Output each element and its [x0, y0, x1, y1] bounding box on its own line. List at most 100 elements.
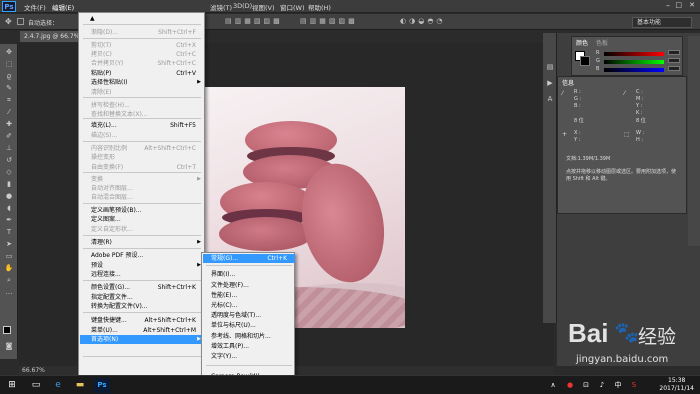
edit-menu-item[interactable]: 粘贴(P) Ctrl+V	[80, 69, 204, 78]
edit-menu-item[interactable]: 预设 ▶	[80, 261, 204, 270]
zoom-level[interactable]: 66.67%	[22, 367, 45, 374]
preferences-menu-item[interactable]: 性能(E)...	[203, 291, 295, 300]
menu-file[interactable]: 文件(F)	[24, 2, 46, 12]
b-slider[interactable]	[604, 68, 664, 72]
info-panel-title[interactable]: 信息	[562, 78, 574, 87]
sogou-icon[interactable]: S	[626, 378, 642, 393]
maximize-icon[interactable]: □	[675, 1, 682, 9]
eyedropper-icon[interactable]: ⁄	[4, 108, 14, 116]
crop-tool-icon[interactable]: ⌗	[4, 96, 14, 104]
quick-mask-icon[interactable]: ◙	[4, 342, 14, 350]
g-value-field[interactable]	[668, 58, 680, 63]
healing-brush-icon[interactable]: ✚	[4, 120, 14, 128]
r-value-field[interactable]	[668, 50, 680, 55]
marquee-tool-icon[interactable]: ⬚	[4, 60, 14, 68]
3d-mode-icons[interactable]: ◐◑◒◓◔	[400, 17, 446, 25]
edit-menu-item[interactable]: 定义画笔预设(B)...	[80, 206, 204, 215]
taskbar-clock[interactable]: 15:38 2017/11/14	[659, 377, 694, 393]
auto-select-checkbox[interactable]	[17, 18, 24, 25]
edit-menu-item-label: 预设	[91, 262, 104, 269]
tray-app-icon[interactable]: ●	[562, 378, 578, 393]
foreground-color-swatch[interactable]	[3, 326, 11, 334]
preferences-menu-item[interactable]: 文字(Y)...	[203, 352, 295, 361]
edit-menu-item-label: 定义画笔预设(B)...	[91, 207, 142, 214]
workspace-select[interactable]: 基本功能	[632, 17, 692, 28]
bg-color-swatch[interactable]	[580, 56, 590, 66]
dodge-tool-icon[interactable]: ◖	[4, 204, 14, 212]
volume-icon[interactable]: ♪	[594, 378, 610, 393]
lasso-tool-icon[interactable]: ϱ	[4, 72, 14, 80]
edit-menu-item[interactable]: 菜单(U)... Alt+Shift+Ctrl+M	[80, 326, 204, 335]
edit-menu-item[interactable]: 远程连接...	[80, 270, 204, 279]
menu-separator	[83, 38, 201, 39]
more-tools-icon[interactable]: …	[4, 288, 14, 296]
minimize-icon[interactable]: –	[666, 1, 670, 10]
edit-menu-item[interactable]: 转换为配置文件(V)...	[80, 302, 204, 311]
blur-tool-icon[interactable]: ●	[4, 192, 14, 200]
edit-menu-dropdown: ▲ 渐隐(D)... Shift+Ctrl+F 剪切(T) Ctrl+X 拷贝(C) Ctr…	[78, 12, 205, 388]
menu-edit[interactable]: 编辑(E)	[52, 2, 74, 12]
tab-swatches[interactable]: 色板	[596, 38, 608, 47]
actions-panel-icon[interactable]: ▶	[545, 79, 555, 87]
edit-menu-item: 定义自定形状...	[80, 225, 204, 234]
tray-arrow-icon[interactable]: ∧	[545, 378, 561, 393]
edit-menu-item-label: 远程连接...	[91, 271, 121, 278]
edit-menu-item[interactable]: 首选项(N) ▶	[80, 335, 204, 344]
shape-tool-icon[interactable]: ▭	[4, 252, 14, 260]
hand-tool-icon[interactable]: ✋	[4, 264, 14, 272]
history-panel-icon[interactable]: ▤	[545, 63, 555, 71]
move-tool-icon[interactable]: ✥	[5, 17, 12, 26]
history-brush-icon[interactable]: ↺	[4, 156, 14, 164]
document-tab[interactable]: 2.4.7.jpg @ 66.7%	[20, 31, 80, 42]
photoshop-taskbar-icon[interactable]: Ps	[94, 378, 110, 393]
preferences-menu-item[interactable]: 透明度与色域(T)...	[203, 311, 295, 320]
clone-stamp-icon[interactable]: ⊥	[4, 144, 14, 152]
character-panel-icon[interactable]: A	[545, 95, 555, 103]
scroll-up-icon[interactable]: ▲	[90, 14, 95, 23]
move-tool-icon[interactable]: ✥	[4, 48, 14, 56]
close-icon[interactable]: ✕	[689, 1, 695, 9]
edit-menu-item[interactable]: 选择性粘贴(I) ▶	[80, 78, 204, 87]
r-slider[interactable]	[604, 52, 664, 56]
align-icons[interactable]: ▤▥▦▧▨▩	[225, 17, 283, 25]
edit-menu-item[interactable]: 填充(L)... Shift+F5	[80, 121, 204, 130]
edit-menu-item[interactable]: ▲	[80, 14, 204, 23]
zoom-tool-icon[interactable]: ⌕	[4, 276, 14, 284]
preferences-menu-item[interactable]: 文件处理(F)...	[203, 281, 295, 290]
gradient-tool-icon[interactable]: ▮	[4, 180, 14, 188]
g-slider[interactable]	[604, 60, 664, 64]
distribute-icons[interactable]: ▤▥▦▧▨▩	[300, 17, 358, 25]
type-tool-icon[interactable]: T	[4, 228, 14, 236]
preferences-menu-item[interactable]: 常规(G)... Ctrl+K	[203, 254, 295, 263]
preferences-menu-item[interactable]: 界面(I)...	[203, 270, 295, 279]
b-value-field[interactable]	[668, 66, 680, 71]
path-select-icon[interactable]: ➤	[4, 240, 14, 248]
ime-icon[interactable]: 中	[610, 378, 626, 393]
edit-menu-item[interactable]: 定义图案...	[80, 215, 204, 224]
pen-tool-icon[interactable]: ✒	[4, 216, 14, 224]
preferences-menu-item[interactable]: 增效工具(P)...	[203, 342, 295, 351]
menu-3d[interactable]: 3D(D)	[233, 2, 252, 10]
menu-help[interactable]: 帮助(H)	[308, 2, 331, 12]
preferences-menu-item[interactable]: 单位与标尺(U)...	[203, 321, 295, 330]
edit-menu-item[interactable]: 颜色设置(G)... Shift+Ctrl+K	[80, 283, 204, 292]
preferences-menu-item[interactable]: 参考线、网格和切片...	[203, 332, 295, 341]
task-view-icon[interactable]: ▭	[28, 378, 44, 393]
edit-menu-item[interactable]: Adobe PDF 预设...	[80, 251, 204, 260]
tab-color[interactable]: 颜色	[576, 38, 588, 47]
file-explorer-icon[interactable]: ▬	[72, 378, 88, 393]
menu-view[interactable]: 视图(V)	[252, 2, 275, 12]
brush-tool-icon[interactable]: ✐	[4, 132, 14, 140]
preferences-menu-item[interactable]: 光标(C)...	[203, 301, 295, 310]
browser-icon[interactable]: e	[50, 378, 66, 393]
network-icon[interactable]: ⊡	[578, 378, 594, 393]
start-icon[interactable]: ⊞	[4, 378, 20, 393]
menu-window[interactable]: 窗口(W)	[280, 2, 305, 12]
edit-menu-item[interactable]: 键盘快捷键... Alt+Shift+Ctrl+K	[80, 316, 204, 325]
menu-filter[interactable]: 滤镜(T)	[210, 2, 232, 12]
edit-menu-item[interactable]: 指定配置文件...	[80, 293, 204, 302]
quick-select-icon[interactable]: ✎	[4, 84, 14, 92]
edit-menu-item[interactable]: 清理(R) ▶	[80, 238, 204, 247]
edit-menu-item-shortcut: Alt+Shift+Ctrl+K	[144, 317, 196, 324]
eraser-tool-icon[interactable]: ◇	[4, 168, 14, 176]
